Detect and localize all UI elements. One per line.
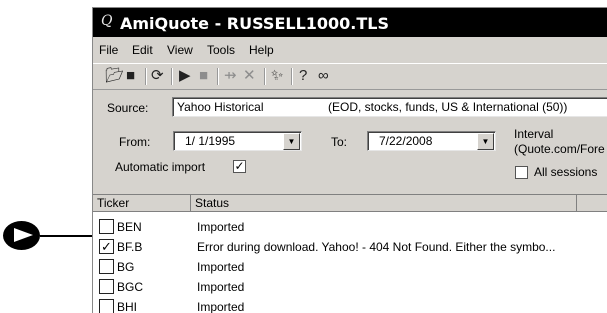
refresh-icon[interactable]: ⟳ (151, 68, 164, 84)
ticker-cell: BEN (117, 220, 142, 234)
title-bar[interactable]: Q AmiQuote - RUSSELL1000.TLS (93, 8, 607, 37)
ticker-cell: BG (117, 260, 135, 274)
table-row[interactable]: BG Imported (93, 256, 607, 276)
ticker-cell: BHI (117, 300, 138, 313)
play-icon[interactable]: ▶ (179, 68, 191, 84)
toolbar-separator (291, 68, 293, 85)
source-label: Source: (107, 101, 149, 115)
menu-file[interactable]: File (99, 43, 118, 57)
from-label: From: (119, 135, 151, 149)
status-cell: Imported (197, 300, 245, 313)
open-folder-icon[interactable]: 📂︎ (105, 68, 124, 84)
toolbar-separator (264, 68, 266, 85)
window-title: AmiQuote - RUSSELL1000.TLS (120, 14, 390, 33)
to-date-picker[interactable]: 7/22/2008 ▼ (367, 131, 496, 151)
automatic-import-label: Automatic import (115, 160, 206, 174)
callout-pointer-icon (3, 221, 40, 250)
from-date-value: 1/ 1/1995 (185, 134, 236, 148)
to-label: To: (331, 135, 348, 149)
menu-view[interactable]: View (167, 43, 193, 57)
table-row[interactable]: BHI Imported (93, 296, 607, 313)
all-sessions-checkbox[interactable] (515, 166, 528, 179)
menu-edit[interactable]: Edit (132, 43, 153, 57)
callout-line (40, 235, 100, 237)
to-date-value: 7/22/2008 (379, 134, 433, 148)
toolbar-separator (217, 68, 219, 85)
chevron-down-icon[interactable]: ▼ (283, 133, 300, 150)
arrow-right-icon (14, 228, 33, 242)
ticker-list[interactable]: Ticker Status BEN Imported ✓ BF.B Error … (93, 194, 607, 313)
row-checkbox[interactable]: ✓ (99, 239, 114, 254)
row-checkbox[interactable] (99, 279, 114, 294)
binoculars-icon[interactable]: ∞ (318, 68, 329, 84)
toolbar: 📂︎ ■ ⟳ ▶ ■ ⇸ ✕ ✨︎ ? ∞ (93, 63, 607, 90)
source-select[interactable]: Yahoo Historical (EOD, stocks, funds, US… (172, 97, 607, 117)
row-checkbox[interactable] (99, 299, 114, 313)
table-row[interactable]: ✓ BF.B Error during download. Yahoo! - 4… (93, 236, 607, 256)
menu-tools[interactable]: Tools (207, 43, 235, 57)
ticker-cell: BF.B (117, 240, 143, 254)
column-header-ticker[interactable]: Ticker (93, 195, 191, 212)
status-cell: Error during download. Yahoo! - 404 Not … (197, 240, 556, 254)
all-sessions-label: All sessions (534, 165, 598, 179)
menu-help[interactable]: Help (249, 43, 274, 57)
wizard-icon[interactable]: ✨︎ (271, 68, 283, 84)
menu-bar: File Edit View Tools Help (93, 40, 607, 60)
column-header-empty[interactable] (577, 195, 607, 212)
ticker-cell: BGC (117, 280, 144, 294)
app-icon: Q (101, 13, 113, 29)
toolbar-separator (145, 68, 147, 85)
close-x-icon[interactable]: ✕ (243, 68, 256, 84)
status-cell: Imported (197, 280, 245, 294)
row-checkbox[interactable] (99, 259, 114, 274)
help-icon[interactable]: ? (299, 68, 307, 84)
arrow-split-icon[interactable]: ⇸ (224, 68, 237, 84)
automatic-import-checkbox[interactable]: ✓ (233, 160, 246, 173)
column-header-status[interactable]: Status (191, 195, 577, 212)
toolbar-separator (171, 68, 173, 85)
interval-label: Interval (514, 127, 554, 141)
status-cell: Imported (197, 220, 245, 234)
table-row[interactable]: BEN Imported (93, 216, 607, 236)
save-icon[interactable]: ■ (126, 68, 135, 84)
amiquote-window: Q AmiQuote - RUSSELL1000.TLS File Edit V… (92, 7, 607, 313)
chevron-down-icon[interactable]: ▼ (477, 133, 494, 150)
source-description: (EOD, stocks, funds, US & International … (328, 100, 568, 114)
from-date-picker[interactable]: 1/ 1/1995 ▼ (173, 131, 302, 151)
source-value: Yahoo Historical (177, 100, 264, 114)
stop-icon[interactable]: ■ (199, 68, 208, 84)
table-row[interactable]: BGC Imported (93, 276, 607, 296)
row-checkbox[interactable] (99, 219, 114, 234)
interval-sublabel: (Quote.com/Fore (514, 142, 605, 156)
status-cell: Imported (197, 260, 245, 274)
